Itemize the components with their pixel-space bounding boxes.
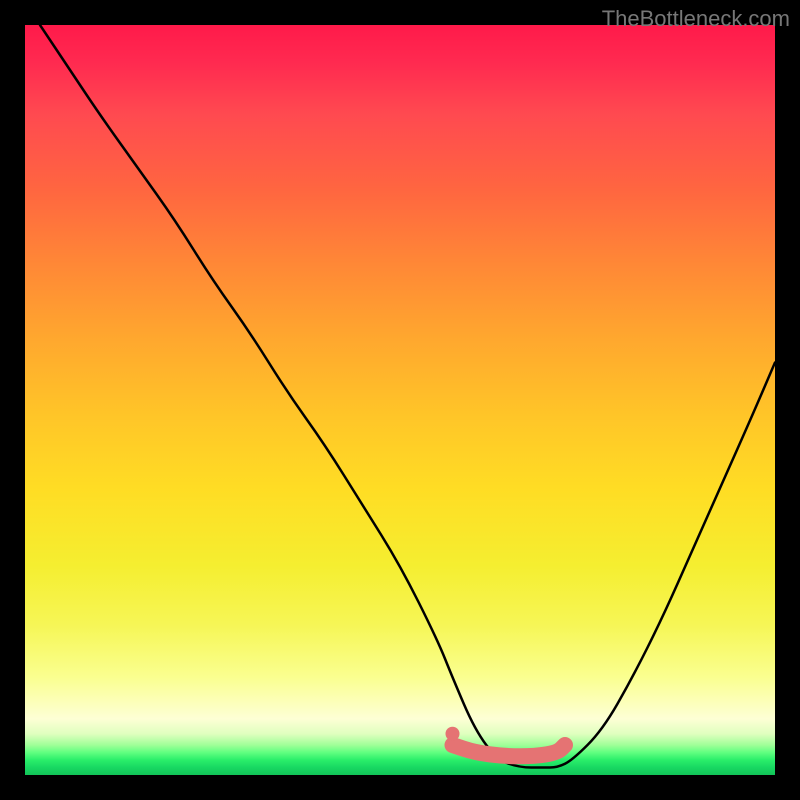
- chart-svg: [25, 25, 775, 775]
- highlight-dot: [446, 727, 460, 741]
- highlight-band-path: [453, 745, 566, 756]
- watermark-text: TheBottleneck.com: [602, 6, 790, 32]
- plot-area: [25, 25, 775, 775]
- bottleneck-curve-path: [40, 25, 775, 768]
